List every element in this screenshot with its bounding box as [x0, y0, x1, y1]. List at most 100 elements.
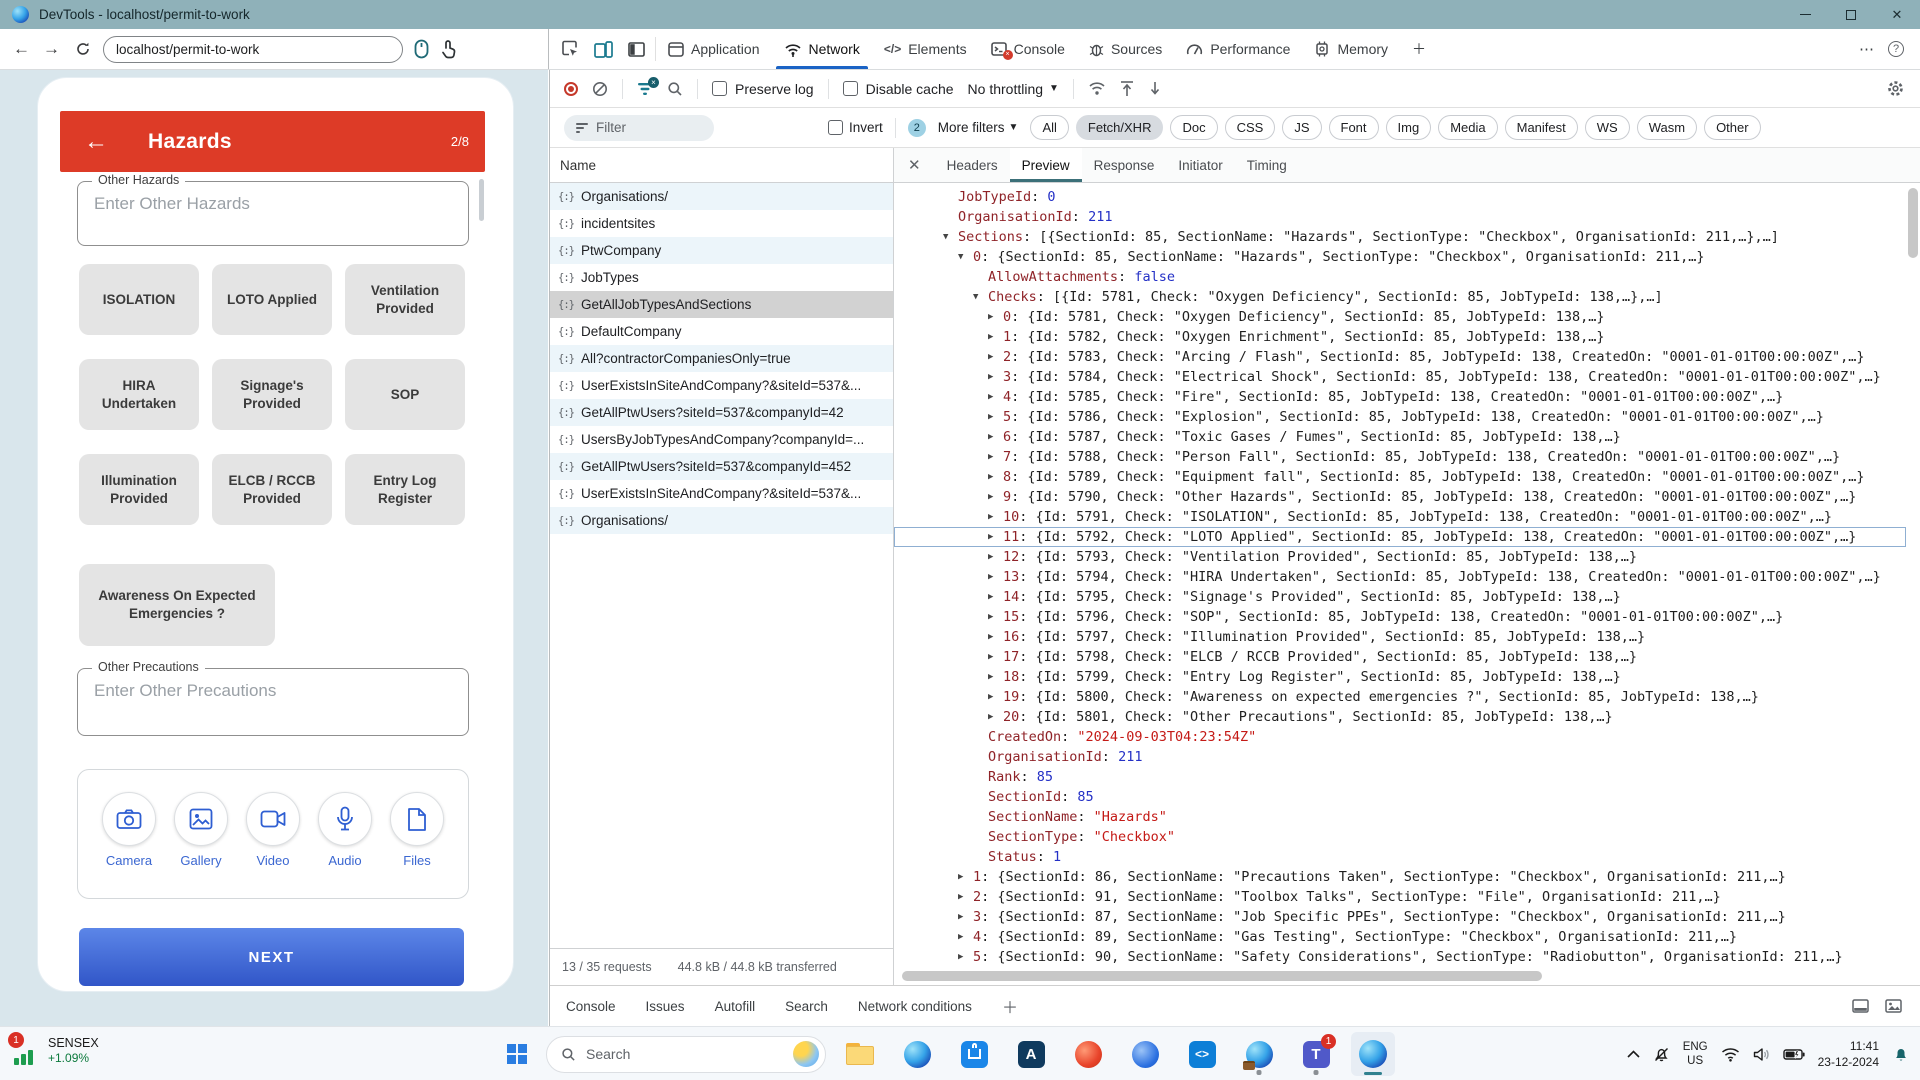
json-line[interactable]: ▶8: {Id: 5789, Check: "Equipment fall", …	[894, 467, 1906, 487]
refresh-button[interactable]	[75, 41, 91, 57]
more-filters-label[interactable]: More filters	[938, 120, 1005, 135]
drawer-tab-console[interactable]: Console	[566, 999, 616, 1014]
filter-pill-fetchxhr[interactable]: Fetch/XHR	[1076, 115, 1164, 140]
app-a-icon[interactable]: A	[1009, 1032, 1053, 1076]
preview-tab-preview[interactable]: Preview	[1010, 148, 1082, 182]
hazard-button-isolation[interactable]: ISOLATION	[79, 264, 199, 335]
json-line[interactable]: ▶4: {Id: 5785, Check: "Fire", SectionId:…	[894, 387, 1906, 407]
collapsed-arrow-icon[interactable]: ▶	[988, 567, 993, 587]
stock-widget[interactable]: 1 SENSEX +1.09%	[10, 1034, 99, 1068]
language-indicator[interactable]: ENGUS	[1683, 1040, 1708, 1069]
file-explorer-icon[interactable]	[838, 1032, 882, 1076]
tab-network[interactable]: Network	[772, 29, 872, 69]
tab-application[interactable]: Application	[656, 29, 772, 69]
json-line[interactable]: ▶18: {Id: 5799, Check: "Entry Log Regist…	[894, 667, 1906, 687]
next-button[interactable]: NEXT	[79, 928, 464, 986]
json-line[interactable]: ▶9: {Id: 5790, Check: "Other Hazards", S…	[894, 487, 1906, 507]
json-line[interactable]: ▶19: {Id: 5800, Check: "Awareness on exp…	[894, 687, 1906, 707]
device-toolbar-icon[interactable]	[594, 41, 613, 58]
collapsed-arrow-icon[interactable]: ▶	[988, 447, 993, 467]
tab-console[interactable]: ×Console	[979, 29, 1077, 69]
add-tab-button[interactable]: ＋	[1400, 29, 1438, 69]
json-line[interactable]: ▶7: {Id: 5788, Check: "Person Fall", Sec…	[894, 447, 1906, 467]
json-line[interactable]: ▼Checks: [{Id: 5781, Check: "Oxygen Defi…	[894, 287, 1906, 307]
app-scrollbar[interactable]	[479, 179, 484, 221]
hazard-button-illumination-provided[interactable]: Illumination Provided	[79, 454, 199, 525]
tab-performance[interactable]: Performance	[1174, 29, 1302, 69]
clock[interactable]: 11:41 23-12-2024	[1818, 1038, 1879, 1070]
media-camera-button[interactable]: Camera	[98, 792, 160, 868]
filter-pill-media[interactable]: Media	[1438, 115, 1497, 140]
hazard-button-loto-applied[interactable]: LOTO Applied	[212, 264, 332, 335]
collapsed-arrow-icon[interactable]: ▶	[988, 307, 993, 327]
wifi-icon[interactable]	[1721, 1047, 1740, 1062]
json-line[interactable]: SectionId: 85	[894, 787, 1906, 807]
collapsed-arrow-icon[interactable]: ▶	[958, 887, 963, 907]
json-line[interactable]: ▼Sections: [{SectionId: 85, SectionName:…	[894, 227, 1906, 247]
request-list-header[interactable]: Name	[550, 148, 893, 183]
touch-mode-icon[interactable]	[440, 39, 457, 59]
drawer-tab-search[interactable]: Search	[785, 999, 828, 1014]
preview-vertical-scrollbar[interactable]	[1908, 188, 1918, 258]
hazard-button-entry-log-register[interactable]: Entry Log Register	[345, 454, 465, 525]
minimize-button[interactable]	[1782, 0, 1828, 29]
json-line[interactable]: ▶0: {Id: 5781, Check: "Oxygen Deficiency…	[894, 307, 1906, 327]
collapsed-arrow-icon[interactable]: ▶	[958, 907, 963, 927]
invert-checkbox[interactable]	[828, 120, 843, 135]
json-line[interactable]: ▶14: {Id: 5795, Check: "Signage's Provid…	[894, 587, 1906, 607]
json-line[interactable]: ▶15: {Id: 5796, Check: "SOP", SectionId:…	[894, 607, 1906, 627]
filter-pill-ws[interactable]: WS	[1585, 115, 1630, 140]
preview-tab-timing[interactable]: Timing	[1235, 148, 1299, 182]
json-line[interactable]: ▶3: {Id: 5784, Check: "Electrical Shock"…	[894, 367, 1906, 387]
other-precautions-field[interactable]: Other Precautions Enter Other Precaution…	[77, 668, 469, 736]
collapsed-arrow-icon[interactable]: ▶	[988, 707, 993, 727]
filter-pill-font[interactable]: Font	[1329, 115, 1379, 140]
battery-icon[interactable]	[1783, 1048, 1805, 1061]
json-line[interactable]: ▶3: {SectionId: 87, SectionName: "Job Sp…	[894, 907, 1906, 927]
json-line[interactable]: Status: 1	[894, 847, 1906, 867]
hazard-button-elcb-rccb-provided[interactable]: ELCB / RCCB Provided	[212, 454, 332, 525]
filter-pill-css[interactable]: CSS	[1225, 115, 1276, 140]
filter-pill-wasm[interactable]: Wasm	[1637, 115, 1697, 140]
hazard-button-sop[interactable]: SOP	[345, 359, 465, 430]
app-back-icon[interactable]: ←	[84, 128, 108, 156]
json-line[interactable]: ▶5: {SectionId: 90, SectionName: "Safety…	[894, 947, 1906, 967]
request-row[interactable]: {:}GetAllJobTypesAndSections	[550, 291, 893, 318]
json-line[interactable]: ▼0: {SectionId: 85, SectionName: "Hazard…	[894, 247, 1906, 267]
json-line[interactable]: ▶2: {SectionId: 91, SectionName: "Toolbo…	[894, 887, 1906, 907]
inspect-element-icon[interactable]	[561, 40, 579, 58]
throttling-select[interactable]: No throttling	[968, 81, 1043, 97]
collapsed-arrow-icon[interactable]: ▶	[958, 927, 963, 947]
json-line[interactable]: ▶4: {SectionId: 89, SectionName: "Gas Te…	[894, 927, 1906, 947]
hazard-button-ventilation-provided[interactable]: Ventilation Provided	[345, 264, 465, 335]
collapsed-arrow-icon[interactable]: ▶	[958, 947, 963, 967]
drawer-tab-autofill[interactable]: Autofill	[715, 999, 756, 1014]
collapsed-arrow-icon[interactable]: ▶	[988, 507, 993, 527]
url-bar[interactable]: localhost/permit-to-work	[103, 36, 403, 63]
json-line[interactable]: CreatedOn: "2024-09-03T04:23:54Z"	[894, 727, 1906, 747]
json-line[interactable]: ▶11: {Id: 5792, Check: "LOTO Applied", S…	[894, 527, 1906, 547]
collapsed-arrow-icon[interactable]: ▶	[988, 527, 993, 547]
collapsed-arrow-icon[interactable]: ▶	[988, 627, 993, 647]
media-video-button[interactable]: Video	[242, 792, 304, 868]
collapsed-arrow-icon[interactable]: ▶	[988, 547, 993, 567]
request-row[interactable]: {:}JobTypes	[550, 264, 893, 291]
json-line[interactable]: ▶12: {Id: 5793, Check: "Ventilation Prov…	[894, 547, 1906, 567]
json-line[interactable]: ▶2: {Id: 5783, Check: "Arcing / Flash", …	[894, 347, 1906, 367]
request-row[interactable]: {:}GetAllPtwUsers?siteId=537&companyId=4…	[550, 399, 893, 426]
drawer-tab-issues[interactable]: Issues	[646, 999, 685, 1014]
more-options-icon[interactable]: ⋯	[1859, 40, 1874, 58]
dnd-bell-off-icon[interactable]	[1653, 1046, 1670, 1063]
json-line[interactable]: ▶20: {Id: 5801, Check: "Other Precaution…	[894, 707, 1906, 727]
request-row[interactable]: {:}GetAllPtwUsers?siteId=537&companyId=4…	[550, 453, 893, 480]
drawer-tab-network-conditions[interactable]: Network conditions	[858, 999, 972, 1014]
collapsed-arrow-icon[interactable]: ▶	[988, 587, 993, 607]
json-line[interactable]: ▶17: {Id: 5798, Check: "ELCB / RCCB Prov…	[894, 647, 1906, 667]
mouse-mode-icon[interactable]	[414, 39, 429, 59]
dock-panel-icon[interactable]	[628, 42, 645, 57]
preview-tab-response[interactable]: Response	[1082, 148, 1167, 182]
collapsed-arrow-icon[interactable]: ▶	[988, 427, 993, 447]
filter-pill-img[interactable]: Img	[1386, 115, 1432, 140]
collapsed-arrow-icon[interactable]: ▶	[988, 387, 993, 407]
request-row[interactable]: {:}UserExistsInSiteAndCompany?&siteId=53…	[550, 372, 893, 399]
